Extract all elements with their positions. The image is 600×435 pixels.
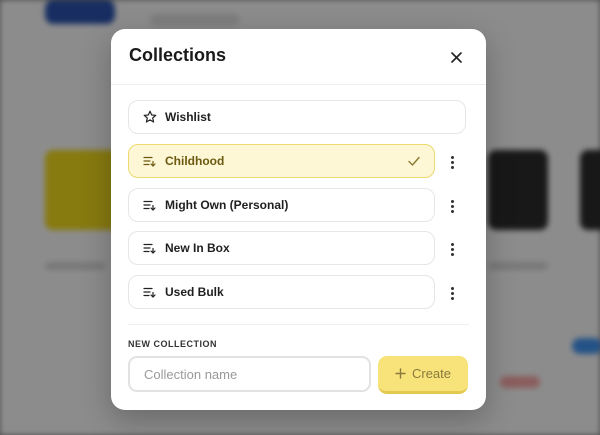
- collection-item-label: Might Own (Personal): [165, 198, 289, 212]
- more-options-icon[interactable]: [446, 196, 458, 216]
- collection-item-wishlist[interactable]: Wishlist: [128, 100, 466, 134]
- close-button[interactable]: [446, 47, 466, 67]
- collection-item-might-own[interactable]: Might Own (Personal): [128, 188, 435, 222]
- star-icon: [143, 110, 157, 124]
- modal-header: Collections: [111, 29, 486, 85]
- more-options-icon[interactable]: [446, 152, 458, 172]
- collection-item-label: Used Bulk: [165, 285, 224, 299]
- list-icon: [143, 241, 157, 255]
- collections-modal: Collections Wishlist Childhood Might Own…: [111, 29, 486, 410]
- list-icon: [143, 154, 157, 168]
- divider: [128, 324, 469, 325]
- create-button-label: Create: [411, 366, 452, 381]
- modal-title: Collections: [129, 45, 227, 65]
- plus-icon: [395, 368, 406, 379]
- list-icon: [143, 285, 157, 299]
- more-options-icon[interactable]: [446, 283, 458, 303]
- collection-item-used-bulk[interactable]: Used Bulk: [128, 275, 435, 309]
- collection-item-label: New In Box: [165, 241, 230, 255]
- create-button[interactable]: Create: [378, 356, 468, 394]
- collection-item-new-in-box[interactable]: New In Box: [128, 231, 435, 265]
- list-icon: [143, 198, 157, 212]
- check-icon: [408, 156, 420, 166]
- collection-item-childhood[interactable]: Childhood: [128, 144, 435, 178]
- collection-item-label: Wishlist: [165, 110, 211, 124]
- collection-name-input[interactable]: [128, 356, 371, 392]
- close-icon: [450, 51, 462, 63]
- new-collection-heading: NEW COLLECTION: [128, 339, 217, 349]
- more-options-icon[interactable]: [446, 239, 458, 259]
- collection-item-label: Childhood: [165, 154, 225, 168]
